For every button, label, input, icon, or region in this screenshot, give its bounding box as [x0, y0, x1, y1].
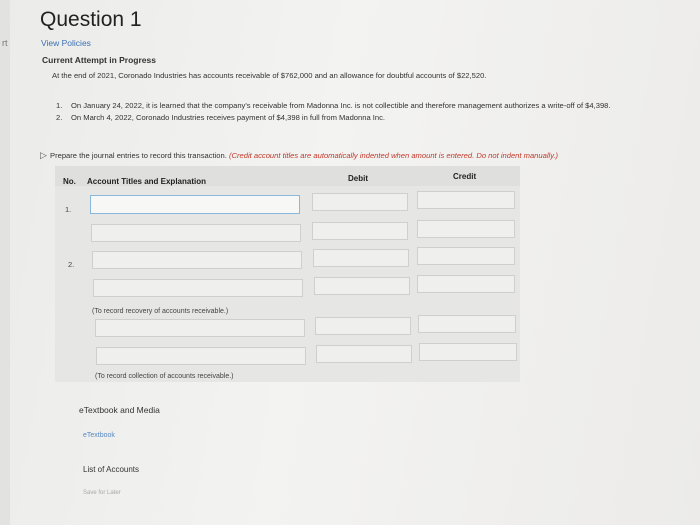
mouse-cursor-icon: ▷ — [40, 150, 47, 160]
question-title: Question 1 — [40, 8, 142, 31]
view-policies-link[interactable]: View Policies — [41, 38, 91, 48]
credit-input-3a[interactable] — [418, 315, 516, 333]
debit-input-3b[interactable] — [316, 345, 412, 363]
debit-input-1b[interactable] — [312, 222, 408, 240]
problem-item-2: 2. On March 4, 2022, Coronado Industries … — [56, 113, 385, 122]
item-number: 1. — [56, 101, 63, 110]
etextbook-media-heading[interactable]: eTextbook and Media — [79, 405, 160, 415]
account-input-2b[interactable] — [93, 279, 303, 297]
left-panel-edge — [0, 0, 10, 525]
debit-input-2b[interactable] — [314, 277, 410, 295]
row-number-1: 1. — [65, 205, 72, 214]
debit-input-1a[interactable] — [312, 193, 408, 211]
credit-input-2a[interactable] — [417, 247, 515, 265]
problem-item-1: 1. On January 24, 2022, it is learned tha… — [56, 101, 611, 110]
entry-note-2: (To record collection of accounts receiv… — [95, 373, 234, 380]
column-header-credit: Credit — [453, 172, 477, 181]
item-text: On March 4, 2022, Coronado Industries re… — [71, 113, 386, 122]
list-of-accounts-link[interactable]: List of Accounts — [83, 465, 139, 474]
item-text: On January 24, 2022, it is learned that … — [71, 101, 611, 110]
debit-input-3a[interactable] — [315, 317, 411, 335]
left-edge-text: rt — [2, 38, 8, 48]
instructions-prompt: Prepare the journal entries to record th… — [50, 151, 227, 160]
instructions-note: (Credit account titles are automatically… — [228, 151, 559, 160]
row-number-2: 2. — [68, 260, 75, 269]
account-input-1a[interactable] — [90, 195, 300, 214]
item-number: 2. — [56, 113, 63, 122]
save-for-later-button[interactable]: Save for Later — [83, 490, 121, 496]
debit-input-2a[interactable] — [313, 249, 409, 267]
credit-input-3b[interactable] — [419, 343, 517, 361]
entry-note-1: (To record recovery of accounts receivab… — [92, 308, 229, 315]
problem-statement: At the end of 2021, Coronado Industries … — [52, 71, 487, 80]
account-input-3a[interactable] — [95, 319, 305, 337]
account-input-2a[interactable] — [92, 251, 302, 269]
journal-entry-table: No. Account Titles and Explanation Debit… — [55, 166, 520, 382]
etextbook-link[interactable]: eTextbook — [83, 432, 115, 439]
column-header-debit: Debit — [348, 174, 368, 183]
credit-input-2b[interactable] — [417, 275, 515, 293]
instructions: ▷ Prepare the journal entries to record t… — [40, 150, 558, 161]
account-input-3b[interactable] — [96, 347, 306, 365]
account-input-1b[interactable] — [91, 224, 301, 242]
credit-input-1a[interactable] — [417, 191, 515, 209]
column-header-account: Account Titles and Explanation — [87, 177, 206, 186]
attempt-status: Current Attempt in Progress — [42, 55, 156, 65]
credit-input-1b[interactable] — [417, 220, 515, 238]
column-header-no: No. — [63, 177, 76, 186]
